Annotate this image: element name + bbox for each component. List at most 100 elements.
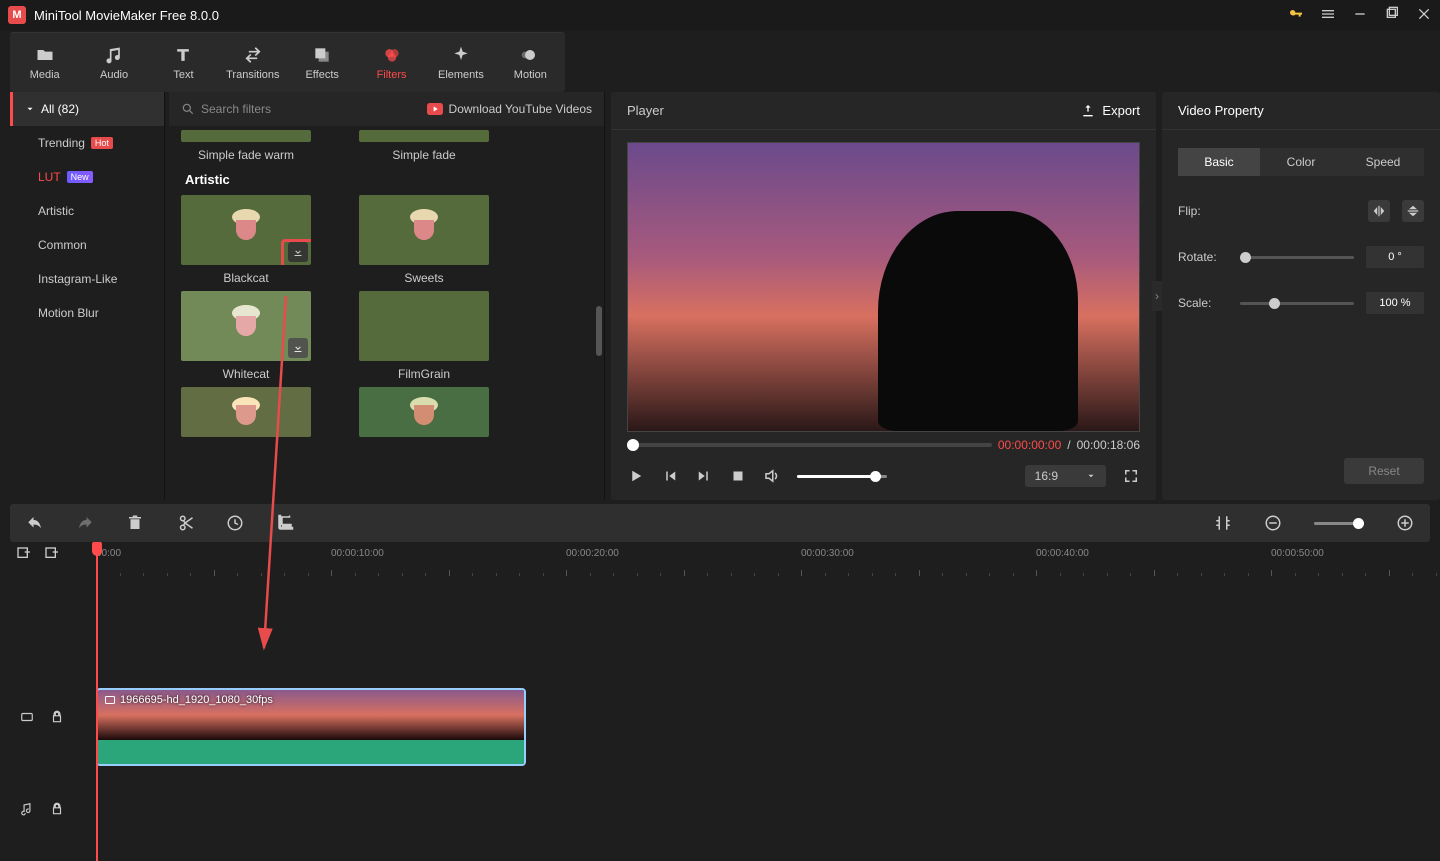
new-badge: New [67, 171, 93, 183]
category-title: Artistic [185, 172, 592, 187]
volume-slider[interactable] [797, 475, 887, 478]
undo-button[interactable] [26, 514, 44, 532]
export-label: Export [1102, 103, 1140, 118]
video-property-panel: › Video Property Basic Color Speed Flip:… [1162, 92, 1440, 500]
close-icon[interactable] [1416, 6, 1432, 25]
video-preview[interactable] [627, 142, 1140, 432]
sidebar-item-common[interactable]: Common [10, 228, 164, 262]
filter-thumb-sweets[interactable]: Sweets [359, 195, 489, 285]
download-filter-button[interactable] [288, 338, 308, 358]
ruler-mark: 00:00:10:00 [331, 548, 384, 559]
rotate-slider[interactable] [1240, 256, 1354, 259]
tab-motion[interactable]: Motion [496, 35, 565, 91]
tab-speed[interactable]: Speed [1342, 148, 1424, 176]
sidebar-item-motionblur[interactable]: Motion Blur [10, 296, 164, 330]
app-logo: M [8, 6, 26, 24]
sidebar-item-artistic[interactable]: Artistic [10, 194, 164, 228]
maximize-icon[interactable] [1384, 6, 1400, 25]
tab-basic[interactable]: Basic [1178, 148, 1260, 176]
sidebar-item-label: Motion Blur [38, 306, 99, 320]
search-filters[interactable]: Search filters [181, 102, 271, 116]
timeline-clip[interactable]: 1966695-hd_1920_1080_30fps [96, 688, 526, 766]
flip-horizontal-button[interactable] [1368, 200, 1390, 222]
zoom-in-button[interactable] [1396, 514, 1414, 532]
zoom-out-button[interactable] [1264, 514, 1282, 532]
sidebar-item-lut[interactable]: LUT New [10, 160, 164, 194]
tab-audio[interactable]: Audio [79, 35, 148, 91]
scale-value[interactable]: 100 % [1366, 292, 1424, 314]
lock-icon[interactable] [50, 710, 64, 727]
sidebar-all[interactable]: All (82) [10, 92, 164, 126]
aspect-ratio-select[interactable]: 16:9 [1025, 465, 1106, 487]
audio-track-head [0, 780, 90, 840]
tab-transitions[interactable]: Transitions [218, 35, 287, 91]
next-frame-button[interactable] [695, 467, 713, 485]
clip-audio-waveform [98, 740, 524, 766]
timeline-ruler[interactable]: 00:00 00:00:10:00 00:00:20:00 00:00:30:0… [96, 542, 1440, 580]
tab-effects-label: Effects [305, 69, 338, 81]
thumb-label: Sweets [359, 271, 489, 285]
stop-button[interactable] [729, 467, 747, 485]
filter-icon [382, 45, 402, 65]
flip-vertical-button[interactable] [1402, 200, 1424, 222]
remove-track-button[interactable] [44, 546, 60, 565]
filter-thumb-blackcat[interactable]: Blackcat [181, 195, 311, 285]
thumb-preview [359, 130, 489, 142]
thumb-preview [359, 387, 489, 437]
music-icon [104, 45, 124, 65]
export-button[interactable]: Export [1080, 103, 1140, 119]
rotate-value[interactable]: 0 ° [1366, 246, 1424, 268]
speed-button[interactable] [226, 514, 244, 532]
filter-thumb-filmgrain[interactable]: FilmGrain [359, 291, 489, 381]
volume-button[interactable] [763, 467, 781, 485]
filter-thumb[interactable]: Simple fade [359, 130, 489, 162]
playback-slider[interactable] [627, 443, 992, 447]
preview-content [878, 211, 1078, 431]
thumb-label: Blackcat [181, 271, 311, 285]
tab-text[interactable]: Text [149, 35, 218, 91]
clip-icon [104, 694, 116, 706]
menu-icon[interactable] [1320, 6, 1336, 25]
split-button[interactable] [176, 514, 194, 532]
scale-slider[interactable] [1240, 302, 1354, 305]
play-button[interactable] [627, 467, 645, 485]
app-title: MiniTool MovieMaker Free 8.0.0 [34, 8, 219, 23]
tab-color[interactable]: Color [1260, 148, 1342, 176]
key-icon[interactable] [1288, 6, 1304, 25]
add-track-button[interactable] [16, 546, 32, 565]
crop-button[interactable] [276, 514, 294, 532]
sidebar-item-label: Common [38, 238, 87, 252]
fit-button[interactable] [1214, 514, 1232, 532]
tab-filters[interactable]: Filters [357, 35, 426, 91]
delete-button[interactable] [126, 514, 144, 532]
filter-thumb-whitecat[interactable]: Whitecat [181, 291, 311, 381]
fullscreen-button[interactable] [1122, 467, 1140, 485]
tab-label: Basic [1204, 155, 1233, 169]
scrollbar-thumb[interactable] [596, 306, 602, 356]
sidebar-item-trending[interactable]: Trending Hot [10, 126, 164, 160]
tab-filters-label: Filters [377, 69, 407, 81]
panel-collapse-handle[interactable]: › [1152, 281, 1162, 311]
download-filter-button[interactable] [288, 242, 308, 262]
timeline[interactable]: 00:00 00:00:10:00 00:00:20:00 00:00:30:0… [0, 542, 1440, 861]
tab-elements-label: Elements [438, 69, 484, 81]
minimize-icon[interactable] [1352, 6, 1368, 25]
lock-icon[interactable] [50, 802, 64, 819]
time-sep: / [1067, 438, 1070, 452]
sidebar-item-instagram[interactable]: Instagram-Like [10, 262, 164, 296]
prev-frame-button[interactable] [661, 467, 679, 485]
tab-elements[interactable]: Elements [426, 35, 495, 91]
thumb-preview [359, 195, 489, 265]
tab-media[interactable]: Media [10, 35, 79, 91]
zoom-slider[interactable] [1314, 522, 1364, 525]
tab-effects[interactable]: Effects [288, 35, 357, 91]
filter-thumb[interactable]: Simple fade warm [181, 130, 311, 162]
playhead[interactable] [96, 542, 98, 861]
ruler-mark: 00:00:20:00 [566, 548, 619, 559]
download-youtube-link[interactable]: Download YouTube Videos [427, 102, 592, 116]
filter-thumb[interactable] [181, 387, 311, 437]
reset-button[interactable]: Reset [1344, 458, 1424, 484]
redo-button[interactable] [76, 514, 94, 532]
timeline-toolbar [10, 504, 1430, 542]
filter-thumb[interactable] [359, 387, 489, 437]
